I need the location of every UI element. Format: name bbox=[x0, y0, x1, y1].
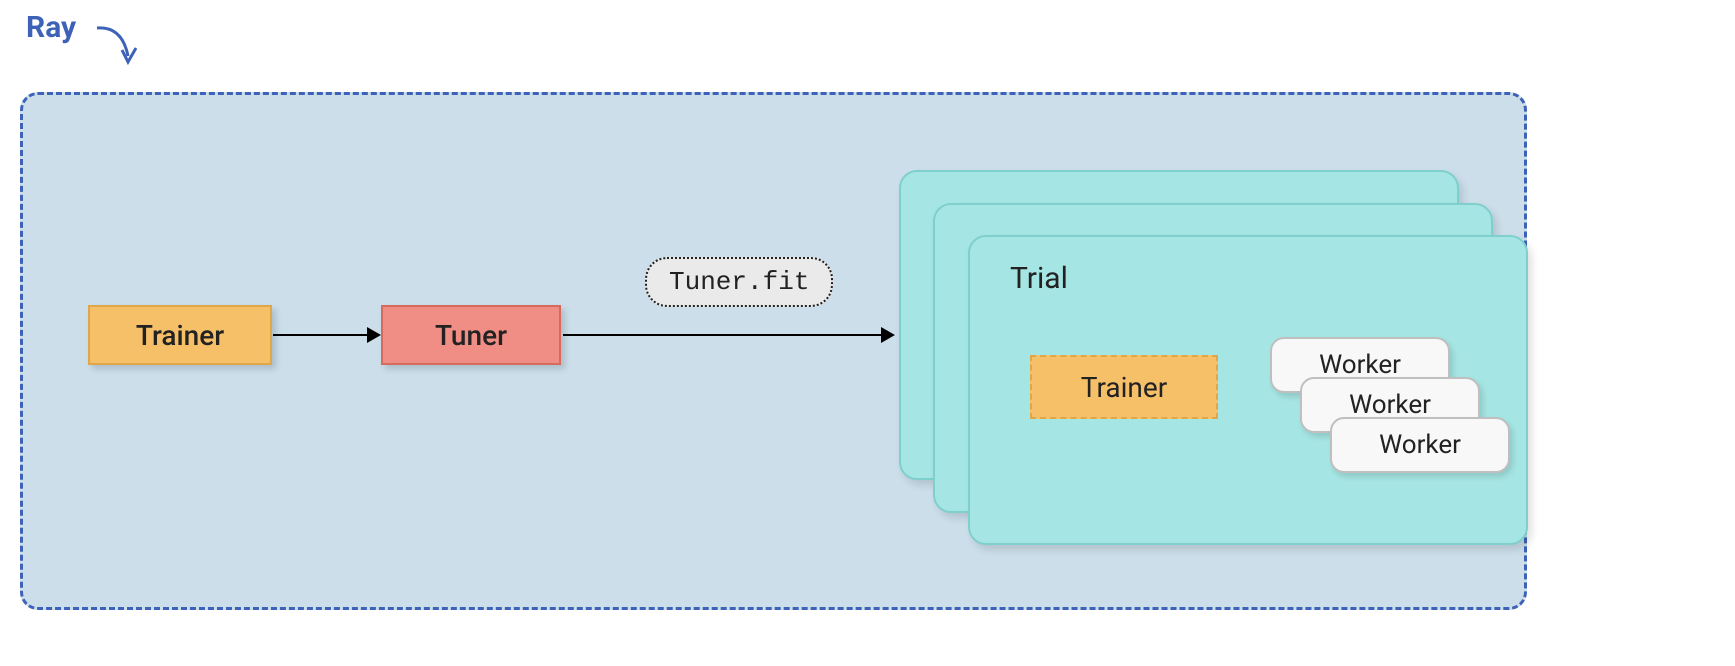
worker-label-2: Worker bbox=[1349, 390, 1431, 420]
arrow-tuner-trial bbox=[563, 334, 883, 336]
arrowhead-tuner-trial bbox=[881, 327, 895, 343]
ray-arrow-icon bbox=[92, 18, 152, 78]
ray-title-label: Ray bbox=[26, 10, 76, 45]
ray-container: Trainer Tuner Tuner.fit Trial Trainer Wo… bbox=[20, 92, 1527, 610]
trainer-label: Trainer bbox=[136, 319, 224, 352]
trial-trainer-node: Trainer bbox=[1030, 355, 1218, 419]
trial-title: Trial bbox=[1010, 261, 1068, 296]
trial-card-front: Trial Trainer Worker Worker Worker bbox=[968, 235, 1528, 545]
arrowhead-trainer-tuner bbox=[367, 327, 381, 343]
worker-card-3: Worker bbox=[1330, 417, 1510, 473]
arrow-trainer-tuner bbox=[273, 334, 369, 336]
trial-trainer-label: Trainer bbox=[1081, 371, 1167, 404]
trainer-node: Trainer bbox=[88, 305, 272, 365]
tuner-node: Tuner bbox=[381, 305, 561, 365]
tuner-fit-label: Tuner.fit bbox=[645, 257, 833, 307]
worker-label-1: Worker bbox=[1319, 350, 1401, 380]
tuner-label: Tuner bbox=[435, 319, 507, 352]
worker-label-3: Worker bbox=[1379, 430, 1461, 460]
